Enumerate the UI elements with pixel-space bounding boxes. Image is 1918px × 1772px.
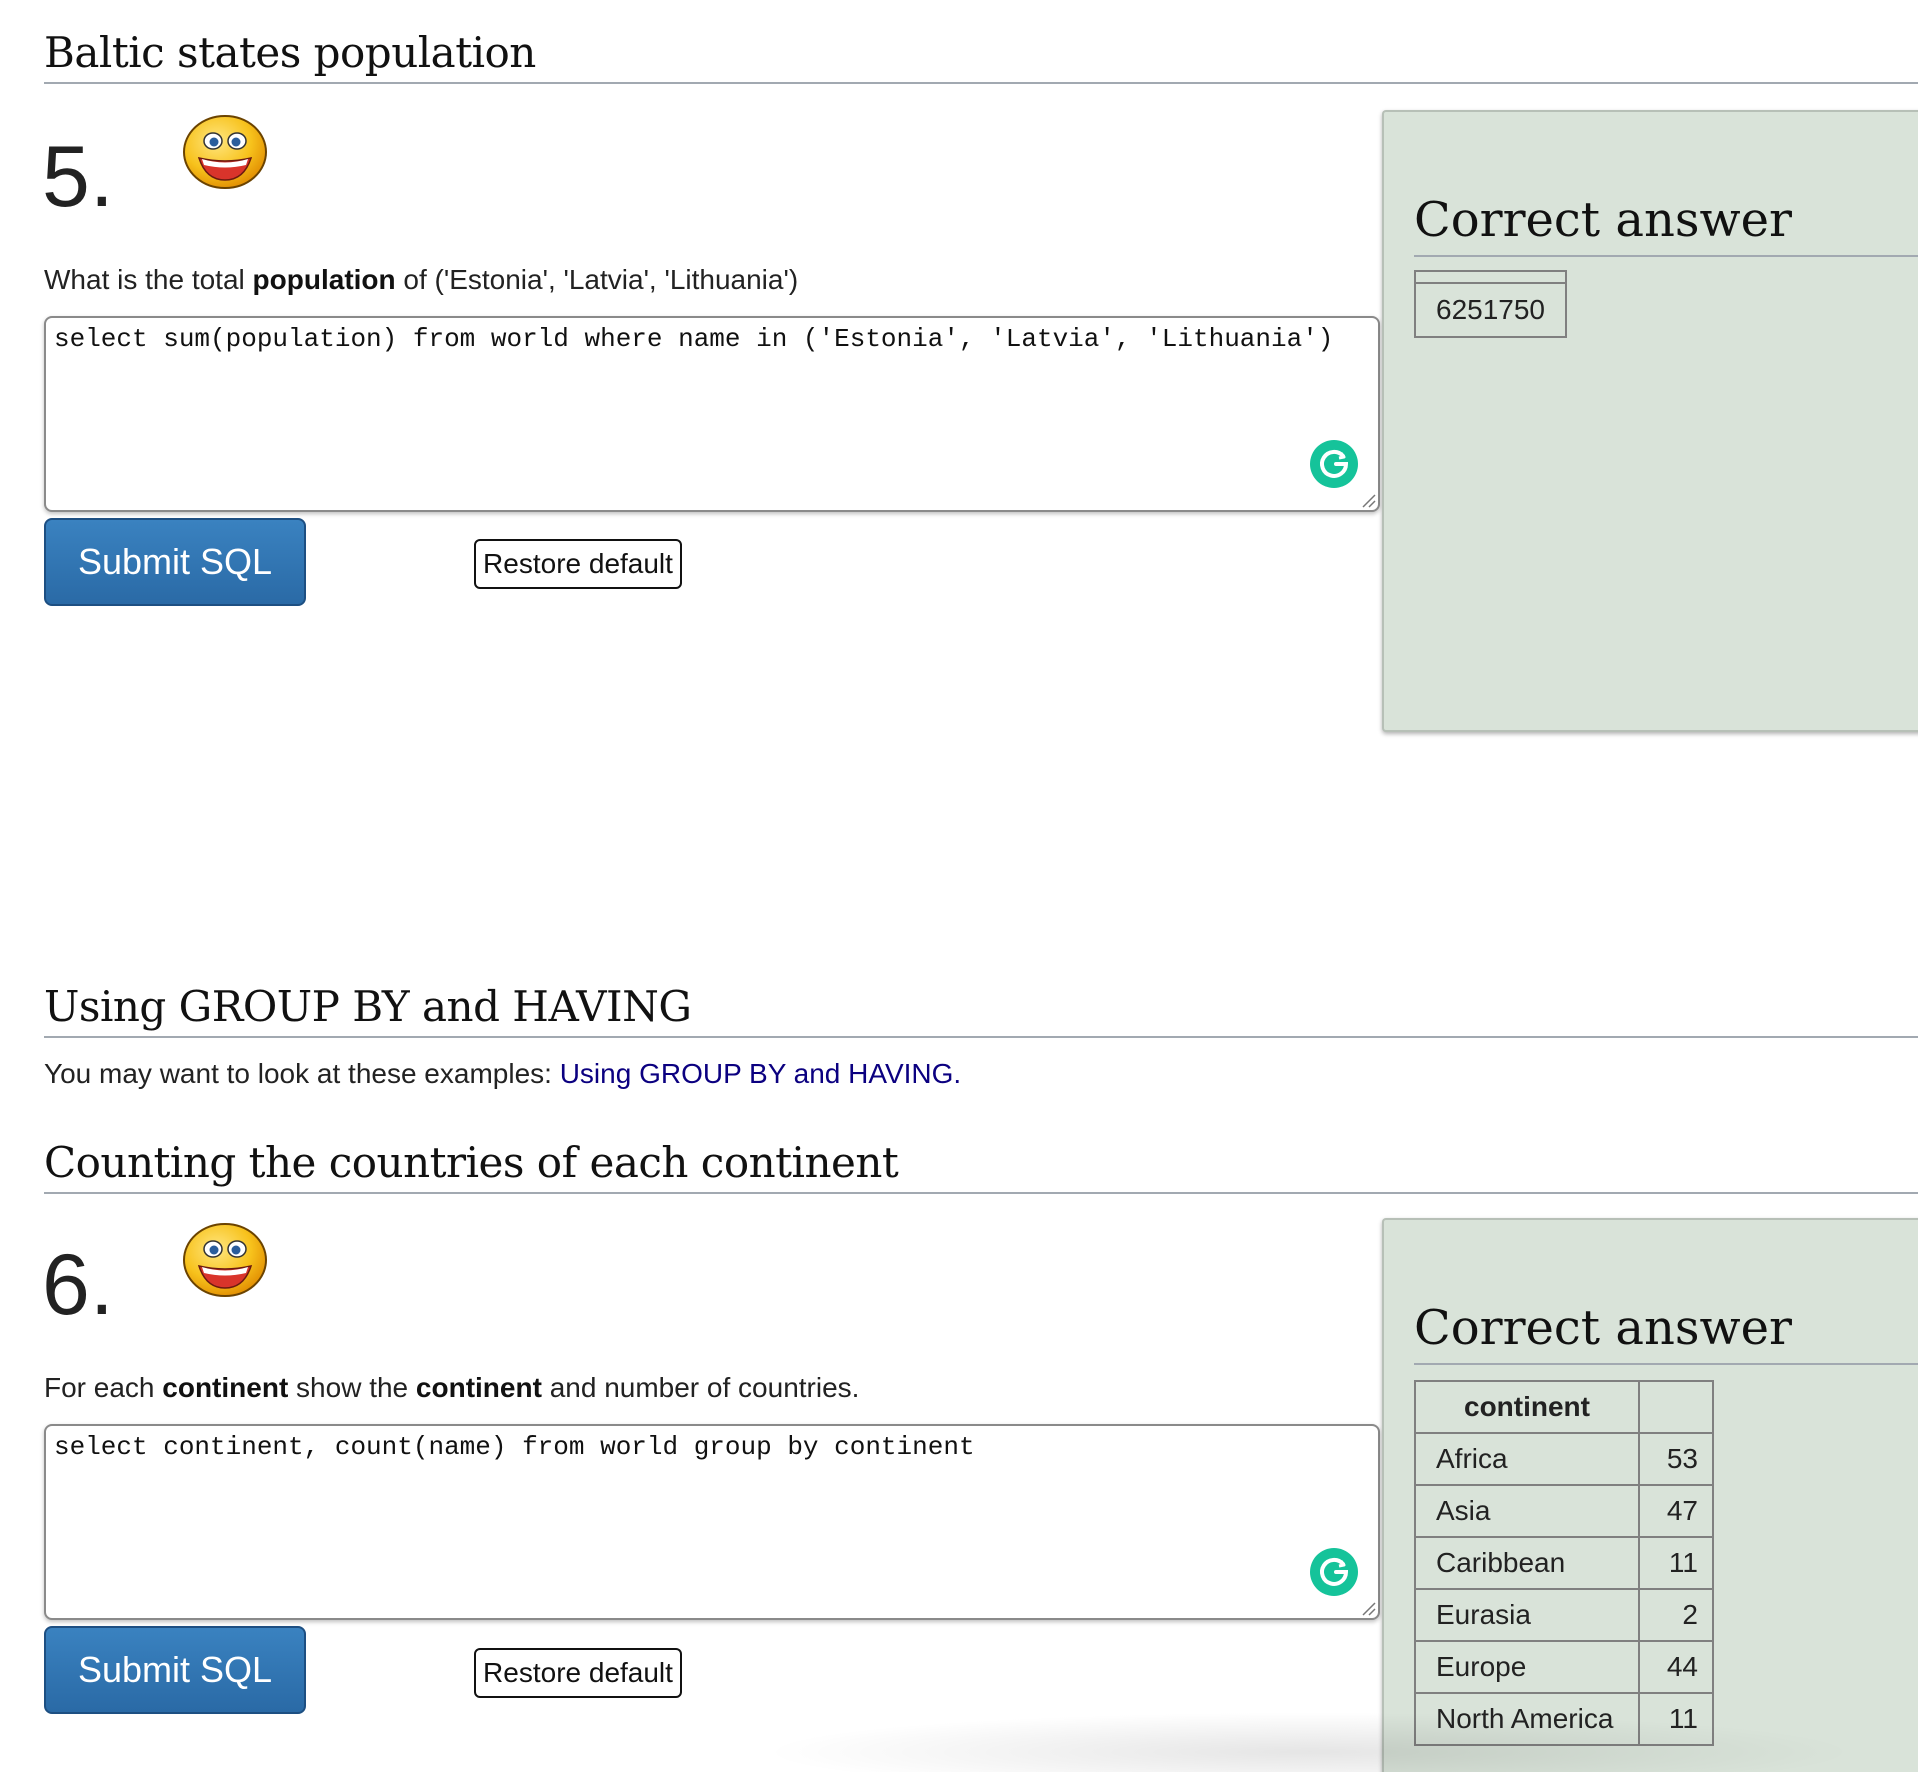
answer-cell: 6251750 <box>1413 282 1568 338</box>
answer-table: continent Africa 53 Asia 47 Caribbean 11 Euras… <box>1414 1380 1714 1746</box>
section-title-baltic: Baltic states population <box>44 28 536 77</box>
section-rule <box>44 1192 1918 1194</box>
section-title-counting: Counting the countries of each continent <box>44 1138 899 1187</box>
continent-cell: Europe <box>1414 1640 1640 1694</box>
sql-editor-text[interactable]: select sum(population) from world where … <box>54 324 1333 354</box>
question-number: 6. <box>42 1237 114 1333</box>
answer-rule <box>1414 1363 1918 1365</box>
restore-default-button[interactable]: Restore default <box>474 539 682 589</box>
table-row: Africa 53 <box>1414 1432 1714 1486</box>
answer-rule <box>1414 255 1918 257</box>
table-row: Europe 44 <box>1414 1640 1714 1694</box>
table-row: North America 11 <box>1414 1692 1714 1746</box>
count-cell: 11 <box>1638 1692 1714 1746</box>
continent-cell: Asia <box>1414 1484 1640 1538</box>
answer-panel: Correct answer 6251750 <box>1382 110 1918 732</box>
answer-title: Correct answer <box>1414 192 1792 248</box>
section-rule <box>44 1036 1918 1038</box>
grammarly-icon[interactable] <box>1310 440 1358 488</box>
examples-link[interactable]: Using GROUP BY and HAVING. <box>560 1058 962 1089</box>
resize-handle-icon[interactable] <box>1360 492 1376 508</box>
table-row: Caribbean 11 <box>1414 1536 1714 1590</box>
smiley-icon <box>183 1223 267 1297</box>
continent-cell: Caribbean <box>1414 1536 1640 1590</box>
section-title-groupby: Using GROUP BY and HAVING <box>44 982 692 1031</box>
continent-cell: Eurasia <box>1414 1588 1640 1642</box>
answer-table: 6251750 <box>1413 270 1568 338</box>
continent-cell: North America <box>1414 1692 1640 1746</box>
count-cell: 53 <box>1638 1432 1714 1486</box>
examples-line: You may want to look at these examples: … <box>44 1058 962 1089</box>
question-text: For each continent show the continent an… <box>44 1372 860 1403</box>
count-cell: 2 <box>1638 1588 1714 1642</box>
sql-editor-text[interactable]: select continent, count(name) from world… <box>54 1432 975 1462</box>
resize-handle-icon[interactable] <box>1360 1600 1376 1616</box>
submit-sql-button[interactable]: Submit SQL <box>44 1626 306 1714</box>
question-number: 5. <box>42 129 114 225</box>
answer-panel: Correct answer continent Africa 53 Asia 47 C… <box>1382 1218 1918 1772</box>
count-cell: 47 <box>1638 1484 1714 1538</box>
count-cell: 11 <box>1638 1536 1714 1590</box>
table-row: Eurasia 2 <box>1414 1588 1714 1642</box>
submit-sql-button[interactable]: Submit SQL <box>44 518 306 606</box>
answer-title: Correct answer <box>1414 1300 1792 1356</box>
question-text: What is the total population of ('Estoni… <box>44 264 799 295</box>
restore-default-button[interactable]: Restore default <box>474 1648 682 1698</box>
section-rule <box>44 82 1918 84</box>
table-row: Asia 47 <box>1414 1484 1714 1538</box>
sql-editor[interactable]: select continent, count(name) from world… <box>44 1424 1380 1620</box>
grammarly-icon[interactable] <box>1310 1548 1358 1596</box>
smiley-icon <box>183 115 267 189</box>
sql-editor[interactable]: select sum(population) from world where … <box>44 316 1380 512</box>
column-header-continent: continent <box>1414 1380 1640 1434</box>
column-header-count <box>1638 1380 1714 1434</box>
answer-header-cell <box>1413 270 1568 284</box>
count-cell: 44 <box>1638 1640 1714 1694</box>
continent-cell: Africa <box>1414 1432 1640 1486</box>
